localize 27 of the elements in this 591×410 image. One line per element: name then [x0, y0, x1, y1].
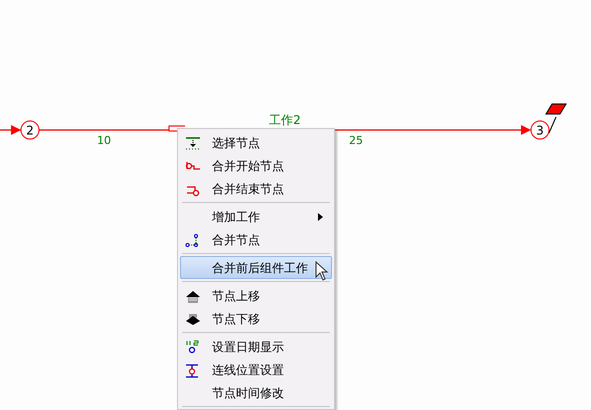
node-down-icon	[185, 312, 201, 327]
menu-item[interactable]: 合并节点	[180, 228, 332, 251]
node-number: 3	[536, 124, 544, 138]
flag-icon	[545, 104, 567, 134]
link-position-icon	[185, 363, 201, 378]
menu-item[interactable]: 连线位置设置	[180, 358, 332, 381]
menu-item[interactable]: 节点上移	[180, 284, 332, 307]
menu-item[interactable]: 选择节点	[180, 131, 332, 154]
select-node-icon	[185, 136, 201, 151]
duration-label: 10	[97, 134, 111, 147]
menu-item[interactable]: 增加工作	[180, 205, 332, 228]
menu-item[interactable]: 节点下移	[180, 307, 332, 330]
work-label: 工作2	[269, 113, 301, 127]
menu-item[interactable]: 节点时间修改	[180, 381, 332, 404]
node-circle	[530, 120, 550, 140]
node-up-icon	[185, 289, 201, 304]
menu-item[interactable]: 合并开始节点	[180, 154, 332, 177]
menu-item[interactable]: 合并前后组件工作	[180, 256, 332, 279]
merge-node-icon	[185, 233, 201, 248]
node-number: 2	[26, 124, 34, 138]
cursor-icon	[315, 261, 329, 282]
menu-item[interactable]: 合并结束节点	[180, 177, 332, 200]
node-circle	[20, 120, 40, 140]
bracket-mark	[168, 126, 186, 132]
duration-label: 25	[349, 134, 363, 147]
date-display-icon	[185, 340, 201, 355]
menu-item[interactable]: 设置日期显示	[180, 335, 332, 358]
